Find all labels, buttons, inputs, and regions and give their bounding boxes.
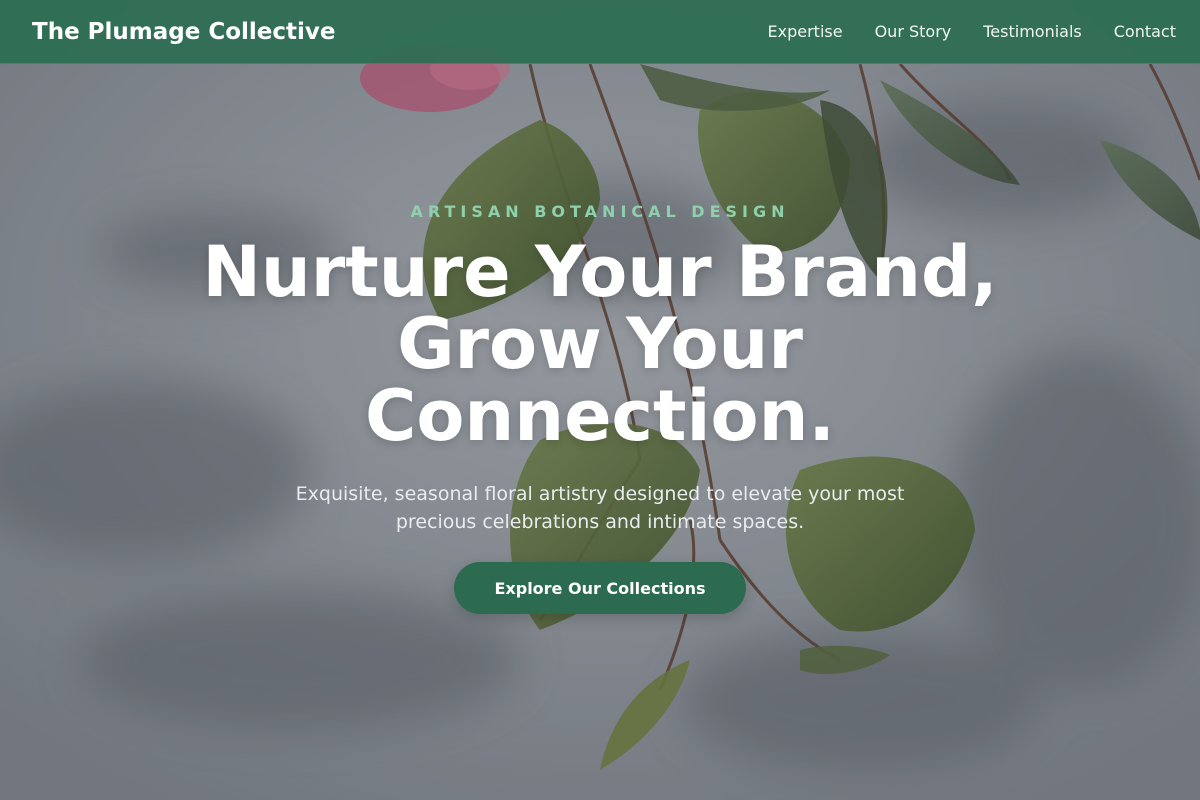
nav-link-testimonials[interactable]: Testimonials — [983, 22, 1082, 41]
hero-section: ARTISAN BOTANICAL DESIGN Nurture Your Br… — [0, 64, 1200, 800]
hero-headline-line-1: Nurture Your Brand, — [202, 231, 998, 313]
explore-collections-button[interactable]: Explore Our Collections — [454, 562, 746, 614]
nav-link-expertise[interactable]: Expertise — [768, 22, 843, 41]
site-header: The Plumage Collective Expertise Our Sto… — [0, 0, 1200, 64]
hero-eyebrow: ARTISAN BOTANICAL DESIGN — [410, 202, 790, 221]
brand-logo[interactable]: The Plumage Collective — [32, 19, 336, 45]
nav-link-our-story[interactable]: Our Story — [875, 22, 952, 41]
hero-headline-line-2: Grow Your — [397, 303, 803, 385]
hero-headline: Nurture Your Brand, Grow Your Connection… — [150, 236, 1050, 452]
nav-link-contact[interactable]: Contact — [1114, 22, 1176, 41]
hero-headline-line-3: Connection. — [364, 375, 836, 457]
main-nav: Expertise Our Story Testimonials Contact — [768, 22, 1176, 41]
hero-subtext: Exquisite, seasonal floral artistry desi… — [295, 483, 905, 533]
